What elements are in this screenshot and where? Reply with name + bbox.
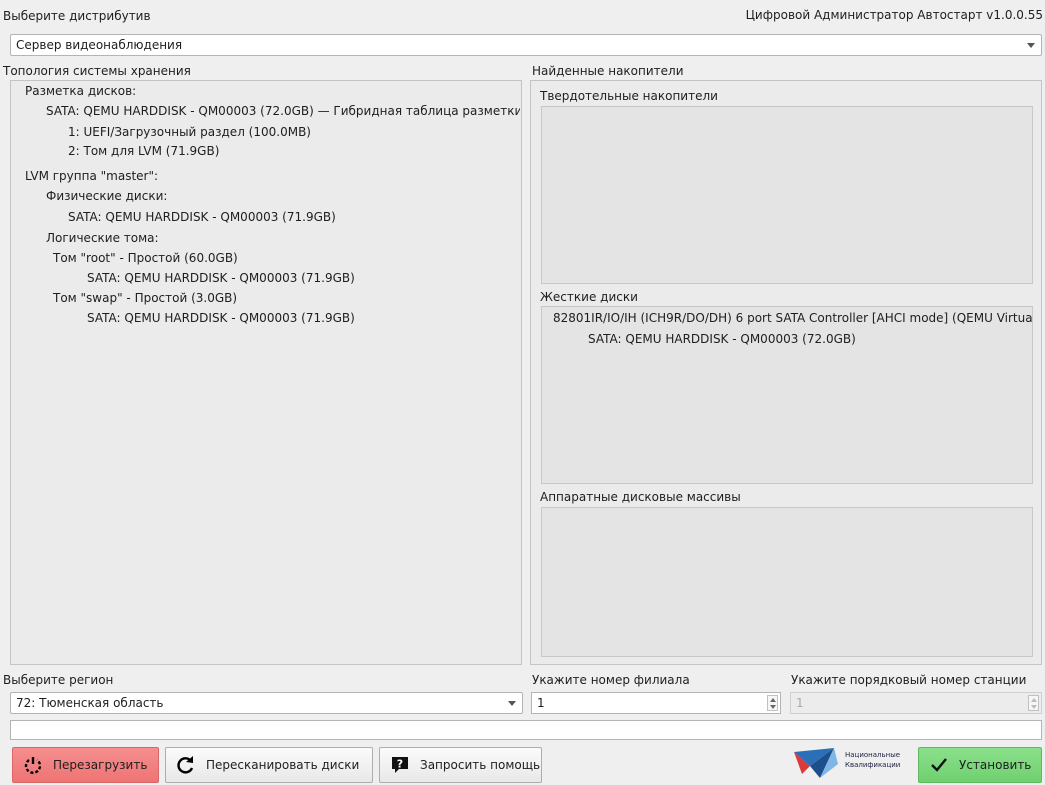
- hdd-disk-item[interactable]: SATA: QEMU HARDDISK - QM00003 (72.0GB): [588, 332, 856, 346]
- tree-item[interactable]: Том "swap" - Простой (3.0GB): [53, 291, 237, 305]
- hdd-list[interactable]: 82801IR/IO/IH (ICH9R/DO/DH) 6 port SATA …: [541, 306, 1033, 484]
- install-button[interactable]: Установить: [918, 747, 1042, 783]
- tree-item[interactable]: SATA: QEMU HARDDISK - QM00003 (71.9GB): [87, 271, 355, 285]
- help-label: Запросить помощь: [420, 758, 541, 772]
- station-value: 1: [796, 696, 804, 710]
- tree-item[interactable]: 1: UEFI/Загрузочный раздел (100.0MB): [68, 125, 311, 139]
- chevron-down-icon: [1027, 43, 1035, 48]
- spin-arrows-icon[interactable]: [767, 695, 778, 711]
- tree-item[interactable]: Логические тома:: [46, 231, 159, 245]
- tree-item[interactable]: Физические диски:: [46, 189, 167, 203]
- distro-value: Сервер видеонаблюдения: [16, 38, 183, 52]
- tree-item[interactable]: Разметка дисков:: [25, 84, 136, 98]
- ssd-list[interactable]: [541, 106, 1033, 284]
- refresh-icon: [176, 755, 196, 775]
- power-icon: [23, 755, 43, 775]
- distro-select[interactable]: Сервер видеонаблюдения: [10, 34, 1042, 56]
- tree-item[interactable]: Том "root" - Простой (60.0GB): [53, 251, 238, 265]
- status-bar: [10, 720, 1042, 740]
- raid-label: Аппаратные дисковые массивы: [540, 490, 741, 504]
- logo-line2: Квалификации: [845, 761, 901, 769]
- tree-item[interactable]: 2: Том для LVM (71.9GB): [68, 144, 219, 158]
- rescan-button[interactable]: Пересканировать диски: [165, 747, 373, 783]
- tree-item[interactable]: SATA: QEMU HARDDISK - QM00003 (71.9GB): [68, 210, 336, 224]
- rescan-label: Пересканировать диски: [206, 758, 360, 772]
- reboot-label: Перезагрузить: [53, 758, 148, 772]
- region-value: 72: Тюменская область: [16, 696, 164, 710]
- raid-list[interactable]: [541, 507, 1033, 657]
- spin-arrows-icon: [1028, 695, 1039, 711]
- install-label: Установить: [959, 758, 1032, 772]
- ssd-label: Твердотельные накопители: [540, 89, 718, 103]
- check-icon: [929, 755, 949, 775]
- logo: Национальные Квалификации: [790, 744, 918, 782]
- question-icon: ?: [390, 755, 410, 775]
- tree-item[interactable]: LVM группа "master":: [25, 169, 158, 183]
- region-select[interactable]: 72: Тюменская область: [10, 692, 523, 714]
- distro-label: Выберите дистрибутив: [3, 9, 151, 23]
- hdd-label: Жесткие диски: [540, 290, 638, 304]
- branch-label: Укажите номер филиала: [532, 673, 690, 687]
- station-label: Укажите порядковый номер станции: [791, 673, 1027, 687]
- chevron-down-icon: [508, 701, 516, 706]
- topology-tree[interactable]: Разметка дисков: SATA: QEMU HARDDISK - Q…: [10, 80, 522, 665]
- drives-title: Найденные накопители: [532, 64, 684, 78]
- logo-text: Национальные Квалификации: [845, 750, 900, 770]
- help-button[interactable]: ? Запросить помощь: [379, 747, 542, 783]
- branch-spinbox[interactable]: 1: [531, 692, 781, 714]
- reboot-button[interactable]: Перезагрузить: [12, 747, 159, 783]
- station-spinbox[interactable]: 1: [790, 692, 1042, 714]
- app-title: Цифровой Администратор Автостарт v1.0.0.…: [745, 8, 1043, 22]
- region-label: Выберите регион: [3, 673, 114, 687]
- logo-line1: Национальные: [845, 751, 901, 759]
- hdd-controller-item[interactable]: 82801IR/IO/IH (ICH9R/DO/DH) 6 port SATA …: [553, 311, 1032, 325]
- tree-item[interactable]: SATA: QEMU HARDDISK - QM00003 (72.0GB) —…: [46, 104, 520, 118]
- svg-text:?: ?: [397, 758, 403, 771]
- branch-value: 1: [537, 696, 545, 710]
- topology-title: Топология системы хранения: [3, 64, 191, 78]
- tree-item[interactable]: SATA: QEMU HARDDISK - QM00003 (71.9GB): [87, 311, 355, 325]
